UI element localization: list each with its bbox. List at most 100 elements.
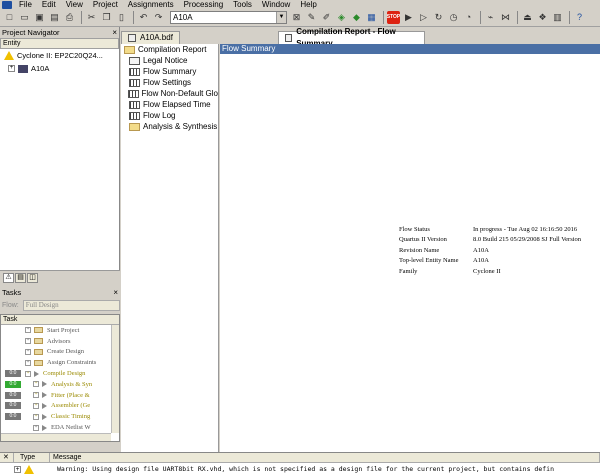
menu-processing[interactable]: Processing (179, 0, 229, 9)
rtl-viewer-icon[interactable]: ❖ (536, 11, 549, 24)
navigator-column-header[interactable]: Entity (0, 38, 119, 49)
report-tree-label: Flow Elapsed Time (143, 100, 211, 109)
report-tree-item[interactable]: Flow Elapsed Time (121, 99, 218, 110)
expand-icon[interactable]: + (25, 327, 31, 334)
expand-icon[interactable]: + (33, 424, 39, 431)
toolbar-separator (569, 11, 570, 24)
expand-icon[interactable]: + (25, 338, 31, 345)
menu-view[interactable]: View (61, 0, 88, 9)
redo-icon[interactable]: ↷ (152, 11, 165, 24)
help-icon[interactable]: ? (573, 11, 586, 24)
expand-icon[interactable]: + (25, 359, 31, 366)
report-icon (284, 34, 293, 42)
open-folder-icon[interactable]: ▭ (18, 11, 31, 24)
report-root[interactable]: Compilation Report (121, 44, 218, 55)
assignment-editor-icon[interactable]: ✐ (320, 11, 333, 24)
message-row[interactable]: + Warning: Using design file UART8bit RX… (0, 463, 600, 475)
tab-hierarchy[interactable]: ⚠ (3, 273, 14, 283)
task-column-header[interactable]: Task (1, 315, 119, 325)
report-tree-item[interactable]: Analysis & Synthesis (121, 121, 218, 132)
tree-row-entity[interactable]: + A10A (0, 62, 119, 75)
task-vertical-scrollbar[interactable] (111, 325, 119, 433)
content-header: Flow Summary (220, 44, 600, 54)
task-label: Advisors (47, 337, 71, 345)
task-row[interactable]: 0:0 + Compile Design (1, 368, 119, 379)
print-icon[interactable]: ⎙ (63, 11, 76, 24)
expand-icon[interactable]: + (33, 402, 39, 409)
cut-icon[interactable]: ✂ (85, 11, 98, 24)
report-tree-item[interactable]: Flow Log (121, 110, 218, 121)
expand-icon[interactable]: + (25, 348, 31, 355)
report-tree-item[interactable]: Flow Settings (121, 77, 218, 88)
simulation-icon[interactable]: ⌁ (484, 11, 497, 24)
expand-icon[interactable]: + (25, 370, 31, 377)
menu-file[interactable]: File (14, 0, 37, 9)
entity-combo[interactable]: A10A ▼ (170, 11, 287, 24)
settings-icon[interactable]: ◈ (335, 11, 348, 24)
expand-icon[interactable]: + (33, 381, 39, 388)
design-assistant-icon[interactable]: ◆ (350, 11, 363, 24)
timing-analysis-icon[interactable]: ◷ (447, 11, 460, 24)
expand-icon[interactable]: + (8, 65, 15, 72)
tab-bdf[interactable]: A10A.bdf (121, 31, 180, 44)
expand-icon[interactable]: + (33, 392, 39, 399)
report-tree-item[interactable]: Legal Notice (121, 55, 218, 66)
message-text: Warning: Using design file UART8bit RX.v… (57, 465, 554, 473)
save-icon[interactable]: ▣ (33, 11, 46, 24)
start-analysis-icon[interactable]: ▷ (417, 11, 430, 24)
messages-type-col[interactable]: Type (14, 453, 50, 462)
report-tree-item[interactable]: Flow Non-Default Glo (121, 88, 218, 99)
flow-select[interactable]: Full Design (22, 299, 120, 311)
task-row[interactable]: 0:0 + Fitter (Place & (1, 390, 119, 401)
menu-project[interactable]: Project (88, 0, 123, 9)
megawizard-icon[interactable]: ▥ (551, 11, 564, 24)
programmer-icon[interactable]: ⏏ (521, 11, 534, 24)
paste-icon[interactable]: ▯ (115, 11, 128, 24)
menu-assignments[interactable]: Assignments (123, 0, 179, 9)
tree-row-device[interactable]: Cyclone II: EP2C20Q24... (0, 49, 119, 62)
task-row[interactable]: 0:0 + Classic Timing (1, 411, 119, 422)
expand-icon[interactable]: + (33, 413, 39, 420)
close-icon[interactable]: × (113, 287, 118, 298)
chevron-down-icon[interactable]: ▼ (276, 12, 286, 23)
tab-bdf-label: A10A.bdf (140, 33, 173, 42)
compilation-report-icon[interactable]: ⊠ (290, 11, 303, 24)
task-row[interactable]: + Assign Constraints (1, 357, 119, 368)
copy-icon[interactable]: ❐ (100, 11, 113, 24)
analysis-elaboration-icon[interactable]: ↻ (432, 11, 445, 24)
task-row[interactable]: + EDA Netlist W (1, 422, 119, 433)
stop-icon[interactable]: STOP (387, 11, 400, 24)
task-status (5, 338, 21, 345)
tab-files[interactable]: ▤ (15, 273, 26, 283)
undo-icon[interactable]: ↶ (137, 11, 150, 24)
task-row[interactable]: + Start Project (1, 325, 119, 336)
save-all-icon[interactable]: ▤ (48, 11, 61, 24)
timequest-icon[interactable]: ◔ (462, 11, 475, 24)
task-horizontal-scrollbar[interactable] (1, 433, 111, 441)
task-row[interactable]: 0:0 + Analysis & Syn (1, 379, 119, 390)
run-icon (42, 424, 47, 431)
chip-planner-icon[interactable]: ▦ (365, 11, 378, 24)
summary-row: Family Cyclone II (399, 266, 581, 277)
start-compilation-icon[interactable]: ▶ (402, 11, 415, 24)
pin-planner-icon[interactable]: ✎ (305, 11, 318, 24)
report-tree-items: Legal Notice Flow Summary Flow Settings Flo… (121, 55, 218, 132)
tab-compilation-report[interactable]: Compilation Report - Flow Summary (277, 27, 425, 48)
report-tree-item[interactable]: Flow Summary (121, 66, 218, 77)
messages-message-col[interactable]: Message (50, 453, 600, 462)
task-row[interactable]: + Advisors (1, 336, 119, 347)
new-file-icon[interactable]: □ (3, 11, 16, 24)
menu-help[interactable]: Help (295, 0, 321, 9)
run-icon (42, 402, 47, 409)
task-row[interactable]: 0:0 + Assembler (Ge (1, 401, 119, 412)
folder-icon (34, 359, 43, 366)
menu-tools[interactable]: Tools (228, 0, 257, 9)
hierarchy-icon: ⚠ (5, 274, 12, 281)
tab-design-units[interactable]: ◫ (27, 273, 38, 283)
menu-edit[interactable]: Edit (37, 0, 61, 9)
close-icon[interactable]: × (112, 27, 117, 38)
expand-icon[interactable]: + (14, 465, 21, 473)
menu-window[interactable]: Window (257, 0, 295, 9)
waveform-icon[interactable]: ⋈ (499, 11, 512, 24)
task-row[interactable]: + Create Design (1, 347, 119, 358)
